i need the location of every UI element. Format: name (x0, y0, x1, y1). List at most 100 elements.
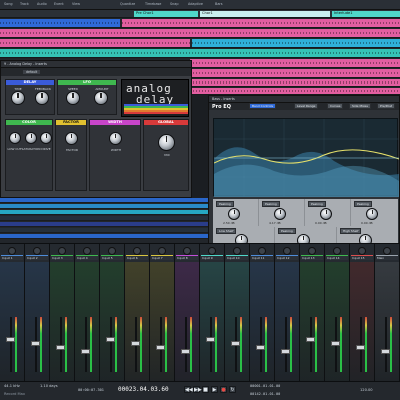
pan-knob[interactable] (383, 247, 391, 255)
toolbar-audio[interactable]: Audio (37, 2, 47, 8)
band-controls-button[interactable]: Band Controls (249, 103, 277, 109)
audio-clip[interactable] (190, 79, 400, 86)
volume-fader[interactable] (355, 345, 365, 350)
toolbar-snap[interactable]: Snap (170, 2, 179, 8)
audio-clip[interactable] (0, 19, 120, 27)
marker-interlude[interactable]: Interlude1 (332, 11, 400, 17)
volume-fader[interactable] (330, 341, 340, 346)
channel-name[interactable]: Input 12 (276, 255, 298, 260)
channel-name[interactable]: Input 6 (126, 255, 148, 260)
pan-knob[interactable] (308, 247, 316, 255)
preset-selector[interactable]: default (23, 70, 41, 74)
track-row[interactable] (0, 198, 208, 203)
mix-knob[interactable] (158, 134, 175, 151)
channel-name[interactable]: Input 3 (51, 255, 73, 260)
drive-knob[interactable] (40, 132, 52, 144)
volume-fader[interactable] (55, 345, 65, 350)
track-row[interactable] (0, 222, 208, 227)
volume-fader[interactable] (230, 341, 240, 346)
eq-frequency-graph[interactable] (213, 118, 400, 197)
channel-name[interactable]: Input 14 (326, 255, 348, 260)
rewind-button[interactable]: ◀◀ (184, 386, 193, 393)
pan-knob[interactable] (233, 247, 241, 255)
pan-knob[interactable] (183, 247, 191, 255)
audio-clip[interactable] (0, 49, 400, 57)
volume-fader[interactable] (30, 341, 40, 346)
audio-clip[interactable] (192, 39, 400, 47)
pan-knob[interactable] (258, 247, 266, 255)
pan-knob[interactable] (158, 247, 166, 255)
plugin-title-bar[interactable]: 9 - Analog Delay - Inserts (1, 61, 191, 68)
audio-clip[interactable] (0, 39, 190, 47)
saturation-knob[interactable] (25, 132, 37, 144)
pan-knob[interactable] (33, 247, 41, 255)
volume-fader[interactable] (180, 349, 190, 354)
band-4-type[interactable]: Peaking (354, 201, 372, 207)
factor-knob[interactable] (65, 132, 78, 145)
channel-name[interactable]: Input 11 (251, 255, 273, 260)
marker-chorus[interactable]: Chor1 (200, 11, 330, 17)
channel-name[interactable]: Input 13 (301, 255, 323, 260)
channel-name[interactable]: Input 9 (201, 255, 223, 260)
audio-clip[interactable] (0, 29, 400, 37)
volume-fader[interactable] (105, 337, 115, 342)
volume-fader[interactable] (205, 337, 215, 342)
toolbar-quantize[interactable]: Quantize (120, 2, 135, 8)
channel-name[interactable]: Input 4 (76, 255, 98, 260)
audio-clip[interactable] (190, 59, 400, 67)
band-4-gain-knob[interactable] (366, 208, 378, 220)
volume-fader[interactable] (380, 349, 390, 354)
volume-fader[interactable] (255, 345, 265, 350)
track-row[interactable] (0, 234, 208, 239)
channel-name[interactable]: Main (376, 255, 398, 260)
audio-clip[interactable] (190, 88, 400, 94)
curves-button[interactable]: Curves (327, 103, 344, 109)
position-display[interactable]: 00023.04.03.60 (118, 386, 169, 393)
loop-start[interactable]: 00001.01.01.00 (250, 384, 280, 388)
eq-title-bar[interactable]: Bass - Inserts (209, 96, 399, 103)
stop-button[interactable]: ■ (202, 386, 209, 393)
channel-name[interactable]: Input 15 (351, 255, 373, 260)
pan-knob[interactable] (58, 247, 66, 255)
volume-fader[interactable] (305, 337, 315, 342)
band-3-type[interactable]: Peaking (308, 201, 326, 207)
pan-knob[interactable] (108, 247, 116, 255)
feedback-knob[interactable] (35, 91, 49, 105)
pan-knob[interactable] (333, 247, 341, 255)
band-2-type[interactable]: Peaking (262, 201, 280, 207)
record-button[interactable]: ● (220, 386, 227, 393)
volume-fader[interactable] (155, 345, 165, 350)
loop-button[interactable]: ↻ (229, 386, 236, 393)
audio-clip[interactable] (122, 19, 400, 27)
lfo-speed-knob[interactable] (66, 91, 80, 105)
band-3-gain-knob[interactable] (320, 208, 332, 220)
channel-name[interactable]: Input 7 (151, 255, 173, 260)
marker-pre-chorus[interactable]: Pre Chor1 (134, 11, 198, 17)
pan-knob[interactable] (283, 247, 291, 255)
toolbar-event[interactable]: Event (54, 2, 64, 8)
volume-fader[interactable] (5, 337, 15, 342)
lfo-amount-knob[interactable] (94, 91, 108, 105)
band-1-type[interactable]: Peaking (216, 201, 234, 207)
pan-knob[interactable] (133, 247, 141, 255)
low-cut-knob[interactable] (9, 132, 21, 144)
pan-knob[interactable] (8, 247, 16, 255)
pan-knob[interactable] (83, 247, 91, 255)
track-row[interactable] (0, 210, 208, 215)
toolbar-song[interactable]: Song (4, 2, 13, 8)
toolbar-track[interactable]: Track (20, 2, 29, 8)
play-button[interactable]: ▶ (211, 386, 218, 393)
toolbar-timebase[interactable]: Timebase (145, 2, 161, 8)
mid-band-type[interactable]: Peaking (278, 228, 296, 234)
tempo-display[interactable]: 120.00 (360, 388, 373, 392)
track-row[interactable] (0, 204, 208, 209)
volume-fader[interactable] (280, 349, 290, 354)
track-row[interactable] (0, 216, 208, 221)
forward-button[interactable]: ▶▶ (193, 386, 202, 393)
channel-name[interactable]: Input 2 (26, 255, 48, 260)
pre-post-button[interactable]: Pre/Post (377, 103, 396, 109)
channel-name[interactable]: Input 1 (1, 255, 23, 260)
side-mixes-button[interactable]: Side Mixes (349, 103, 371, 109)
high-shelf-type[interactable]: High Shelf (340, 228, 362, 234)
audio-clip[interactable] (190, 69, 400, 77)
